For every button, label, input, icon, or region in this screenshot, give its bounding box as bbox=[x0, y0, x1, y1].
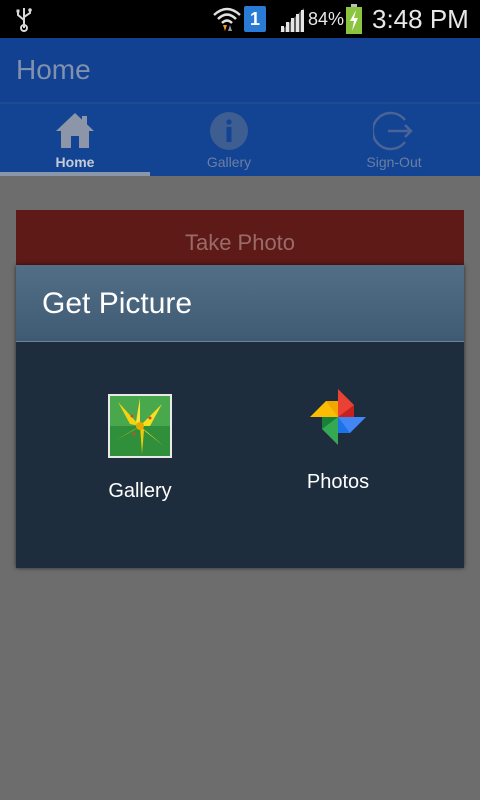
wifi-icon bbox=[213, 7, 241, 31]
app-bar: Home bbox=[0, 38, 480, 102]
gallery-option[interactable]: Gallery bbox=[80, 385, 200, 503]
gallery-option-label: Gallery bbox=[108, 480, 172, 502]
tab-bar: Home Gallery Sign-Out bbox=[0, 104, 480, 176]
gallery-app-icon bbox=[108, 394, 172, 458]
page-title: Home bbox=[16, 54, 91, 85]
dialog-header: Get Picture bbox=[16, 265, 464, 342]
tab-gallery-label: Gallery bbox=[206, 154, 252, 170]
usb-icon bbox=[16, 8, 32, 32]
home-icon bbox=[56, 113, 94, 148]
selected-tab-indicator bbox=[0, 172, 150, 176]
photos-option[interactable]: Photos bbox=[278, 385, 398, 494]
take-photo-button[interactable]: Take Photo bbox=[16, 210, 464, 268]
battery-charging-icon bbox=[346, 4, 362, 34]
dialog-title: Get Picture bbox=[42, 287, 193, 320]
signal-icon bbox=[280, 8, 304, 32]
tab-sign-out-label: Sign-Out bbox=[366, 154, 422, 170]
google-photos-icon bbox=[310, 389, 366, 445]
info-icon bbox=[210, 112, 248, 150]
get-picture-dialog: Get Picture Gallery Photos bbox=[16, 265, 464, 568]
status-bar: 1 84% 3:48 PM bbox=[0, 0, 480, 38]
tab-home-label: Home bbox=[55, 154, 95, 170]
tab-home[interactable]: Home bbox=[0, 104, 150, 176]
battery-percent: 84% bbox=[308, 9, 345, 29]
photos-option-label: Photos bbox=[306, 471, 370, 493]
tab-sign-out[interactable]: Sign-Out bbox=[308, 104, 480, 176]
tab-gallery[interactable]: Gallery bbox=[150, 104, 308, 176]
sign-out-icon bbox=[373, 111, 413, 151]
take-photo-label: Take Photo bbox=[184, 230, 296, 255]
sim-icon: 1 bbox=[244, 6, 266, 32]
clock: 3:48 PM bbox=[372, 4, 469, 34]
